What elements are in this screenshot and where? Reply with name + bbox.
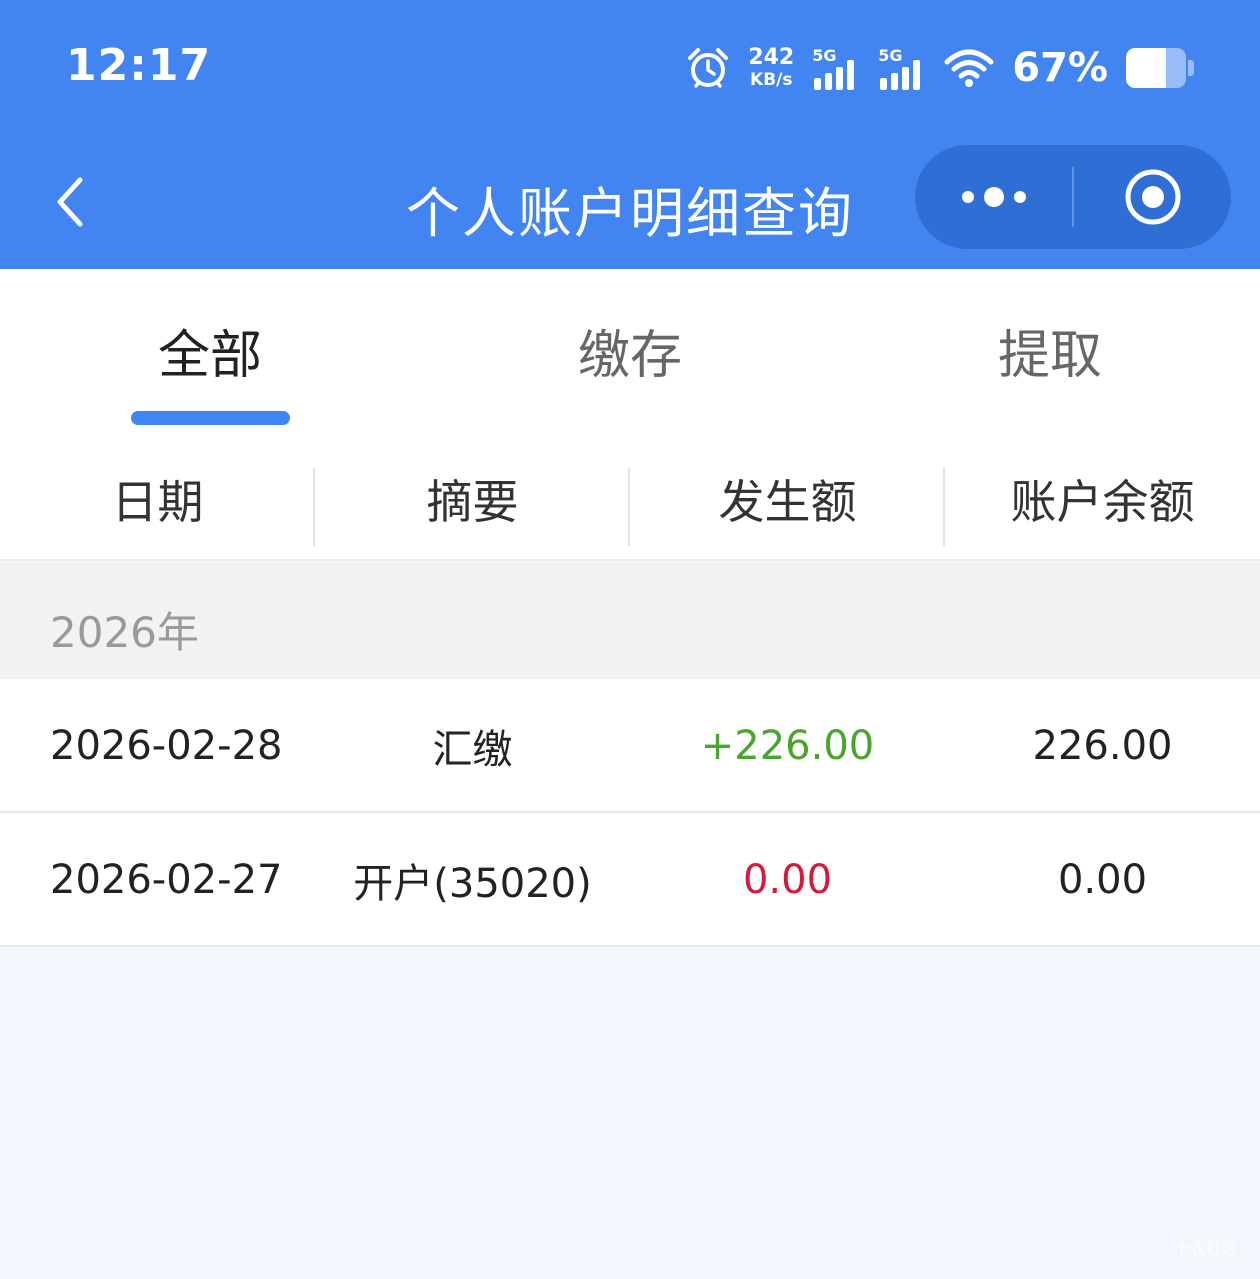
more-button[interactable] (915, 145, 1072, 249)
row-date: 2026-02-28 (50, 723, 283, 769)
row-date: 2026-02-27 (50, 857, 283, 903)
battery-icon (1126, 48, 1194, 88)
close-button[interactable] (1074, 145, 1231, 249)
column-header-summary: 摘要 (315, 439, 630, 559)
column-header-balance: 账户余额 (1010, 475, 1195, 529)
more-dots-icon (1013, 191, 1026, 203)
tab-withdraw[interactable]: 提取 (840, 313, 1260, 388)
row-balance: 226.00 (1032, 723, 1173, 769)
row-amount: 0.00 (742, 857, 833, 903)
battery-percent: 67% (1012, 45, 1108, 91)
row-balance: 0.00 (1057, 857, 1148, 903)
transaction-list: 2026-02-28 汇缴 +226.00 226.00 2026-02-27 … (0, 679, 1260, 947)
year-group-header: 2026年 (0, 563, 1260, 679)
row-amount: +226.00 (700, 723, 875, 769)
column-header-date: 日期 (0, 439, 315, 559)
more-dots-icon (983, 187, 1004, 207)
status-icons: 242 KB/s 5G 5G 67% (686, 40, 1194, 96)
mini-program-capsule (915, 145, 1231, 249)
network-speed-unit: KB/s (750, 70, 793, 90)
tab-bar: 全部 缴存 提取 (0, 269, 1260, 439)
year-label: 2026年 (50, 608, 199, 657)
row-summary: 汇缴 (432, 727, 513, 773)
column-header-amount: 发生额 (630, 439, 945, 559)
status-time: 12:17 (66, 40, 212, 91)
chevron-left-icon (57, 177, 83, 227)
table-row[interactable]: 2026-02-27 开户(35020) 0.00 0.00 (0, 813, 1260, 947)
alarm-clock-icon (686, 46, 730, 90)
target-circle-icon (1125, 169, 1180, 225)
status-bar: 12:17 242 KB/s 5G 5G 67% (0, 0, 1260, 135)
network-speed-value: 242 (748, 45, 795, 70)
watermark-text: 卡农社区 (1173, 1239, 1238, 1258)
more-dots-icon (961, 191, 974, 203)
wifi-icon (944, 48, 994, 88)
tab-all[interactable]: 全部 (0, 313, 420, 388)
network-speed: 242 KB/s (748, 47, 794, 89)
signal-sim2-icon: 5G (878, 46, 926, 90)
table-header: 日期 摘要 发生额 账户余额 (0, 439, 1260, 561)
back-button[interactable] (40, 165, 100, 239)
tab-deposit[interactable]: 缴存 (420, 313, 840, 388)
battery-fill (1126, 48, 1167, 88)
row-summary: 开户(35020) (353, 861, 592, 907)
signal-sim1-icon: 5G (812, 46, 860, 90)
navigation-bar: 个人账户明细查询 (0, 135, 1260, 269)
tab-active-indicator (131, 411, 290, 425)
table-row[interactable]: 2026-02-28 汇缴 +226.00 226.00 (0, 679, 1260, 813)
